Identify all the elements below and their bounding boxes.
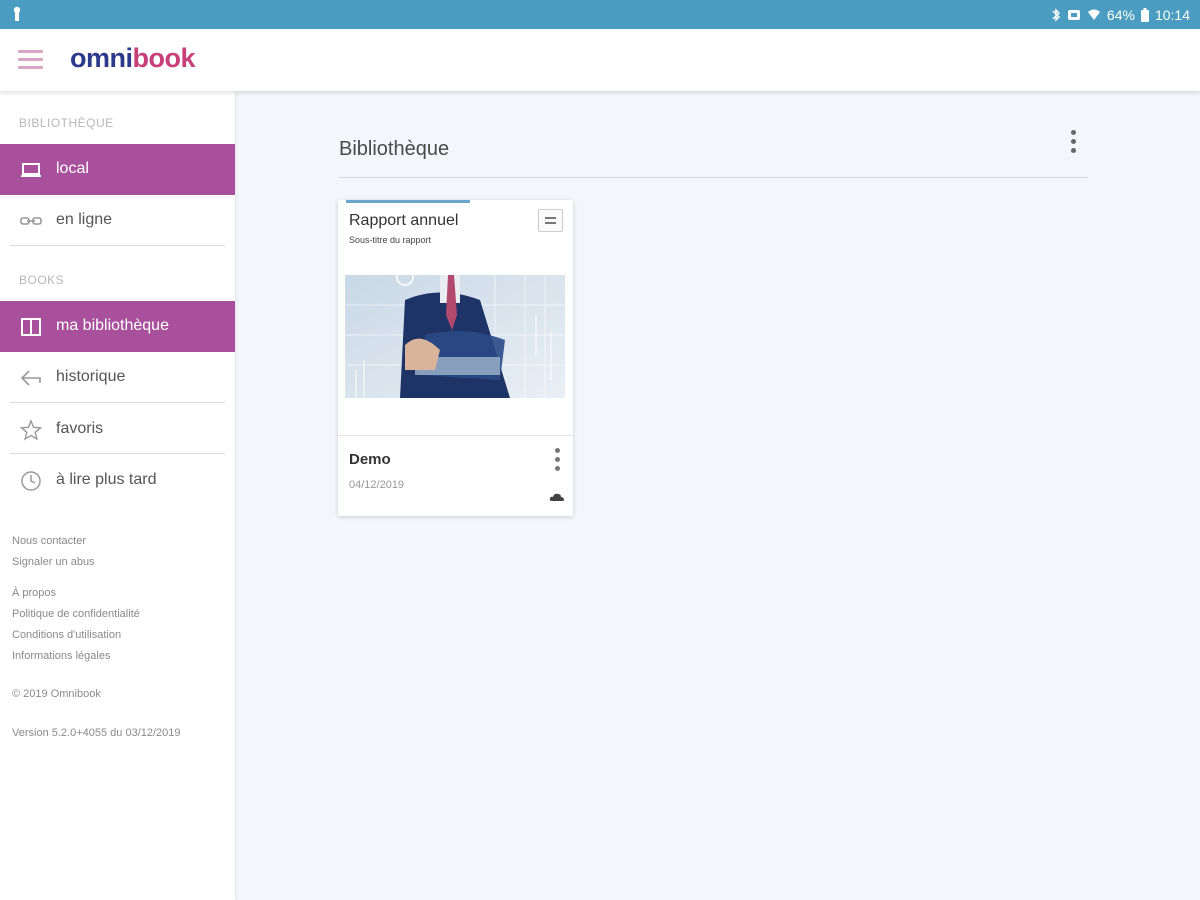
- card-title: Rapport annuel: [349, 212, 459, 229]
- laptop-icon: [21, 163, 41, 177]
- book-icon: [21, 318, 41, 336]
- sidebar-item-label: favoris: [56, 420, 104, 437]
- page-title: Bibliothèque: [339, 138, 450, 160]
- sidebar-item-local[interactable]: local: [0, 144, 235, 195]
- card-date: 04/12/2019: [349, 479, 405, 491]
- sidebar-item-label: en ligne: [56, 211, 113, 228]
- clock-time: 10:14: [1154, 7, 1190, 23]
- link-privacy[interactable]: Politique de confidentialité: [12, 608, 140, 620]
- app-bar: omnibook: [0, 29, 1200, 91]
- status-icons: 64% 10:14: [1051, 5, 1190, 25]
- sidebar-item-label: local: [56, 160, 89, 177]
- toc-icon[interactable]: [538, 209, 563, 232]
- logo-text-omni: omni: [70, 43, 133, 73]
- link-report-abuse[interactable]: Signaler un abus: [12, 556, 95, 568]
- cloud-sync-icon: [549, 493, 564, 501]
- clock-icon: [21, 471, 41, 491]
- sidebar-item-a-lire-plus-tard[interactable]: à lire plus tard: [0, 455, 235, 506]
- card-name: Demo: [349, 451, 391, 468]
- divider: [10, 402, 225, 403]
- divider: [10, 453, 225, 454]
- sidebar-item-en-ligne[interactable]: en ligne: [0, 195, 235, 246]
- battery-percent: 64%: [1106, 7, 1135, 23]
- sidebar: BIBLIOTHÈQUE local en ligne BOOKS ma bib…: [0, 91, 235, 900]
- more-vert-icon[interactable]: [1064, 130, 1082, 160]
- version-text: Version 5.2.0+4055 du 03/12/2019: [12, 727, 181, 739]
- sidebar-item-label: ma bibliothèque: [56, 317, 169, 334]
- title-divider: [339, 177, 1088, 178]
- section-label-library: BIBLIOTHÈQUE: [19, 116, 114, 130]
- card-accent-bar: [346, 200, 470, 203]
- logo-text-book: book: [132, 43, 196, 73]
- sidebar-item-ma-bibliotheque[interactable]: ma bibliothèque: [0, 301, 235, 352]
- menu-icon[interactable]: [18, 48, 44, 72]
- history-arrow-icon: [20, 370, 41, 386]
- alarm-icon: [1067, 10, 1080, 20]
- sidebar-item-favoris[interactable]: favoris: [0, 404, 235, 455]
- battery-icon: [1140, 8, 1149, 22]
- sidebar-item-label: à lire plus tard: [56, 471, 157, 488]
- card-divider: [338, 435, 573, 436]
- star-icon: [20, 419, 42, 441]
- copyright: © 2019 Omnibook: [12, 688, 101, 700]
- cover-image: [345, 275, 565, 398]
- lock-icon: [13, 6, 21, 21]
- wifi-icon: [1087, 9, 1100, 20]
- card-more-icon[interactable]: [549, 448, 565, 478]
- status-bar: 64% 10:14: [0, 0, 1200, 29]
- link-contact[interactable]: Nous contacter: [12, 535, 86, 547]
- sidebar-item-label: historique: [56, 368, 126, 385]
- book-card[interactable]: Rapport annuel Sous-titre du rapport Dem…: [338, 200, 573, 516]
- app-logo: omnibook: [70, 43, 195, 74]
- bluetooth-icon: [1052, 8, 1060, 22]
- card-subtitle: Sous-titre du rapport: [349, 235, 432, 245]
- divider: [10, 245, 225, 246]
- section-label-books: BOOKS: [19, 273, 65, 287]
- sidebar-item-historique[interactable]: historique: [0, 352, 235, 403]
- link-terms[interactable]: Conditions d'utilisation: [12, 629, 121, 641]
- link-about[interactable]: À propos: [12, 587, 56, 599]
- link-legal[interactable]: Informations légales: [12, 650, 110, 662]
- cloud-link-icon: [20, 217, 42, 225]
